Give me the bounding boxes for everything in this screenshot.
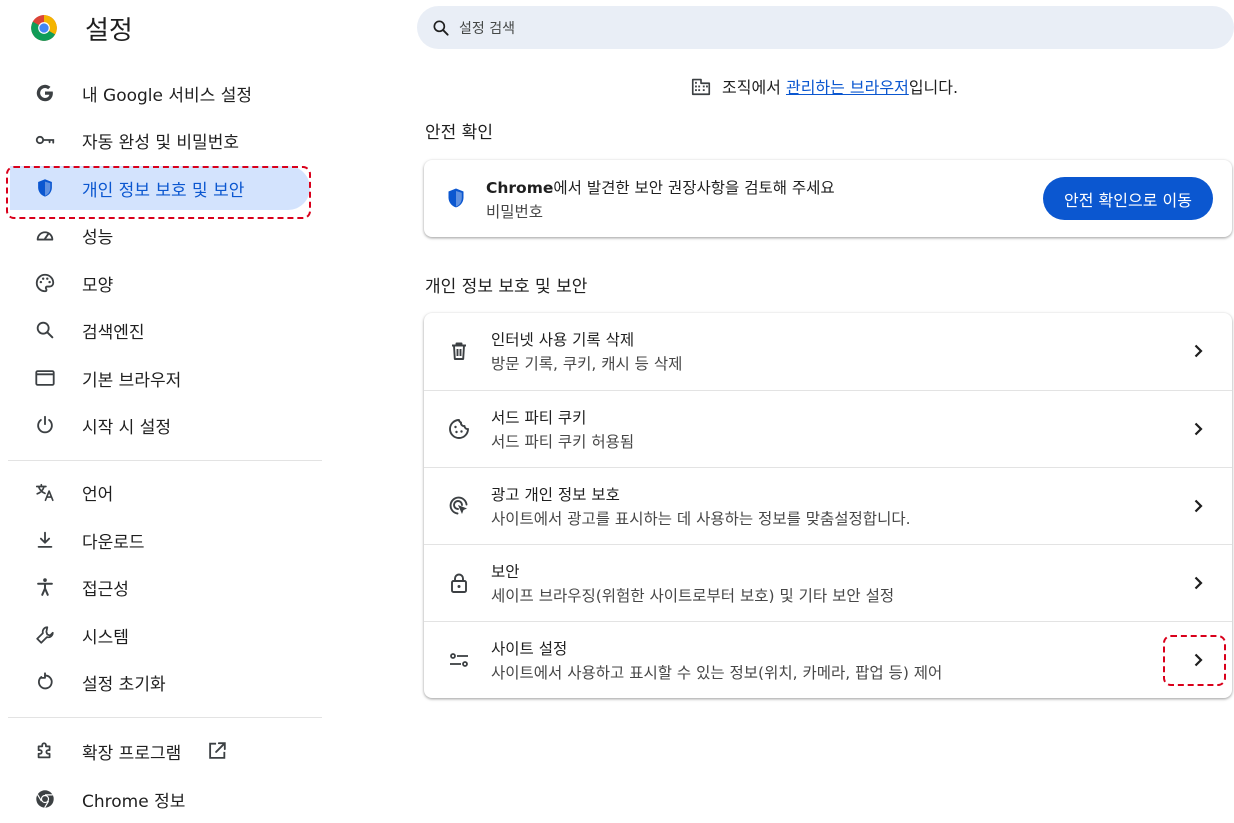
building-icon: [691, 78, 711, 96]
go-to-safety-check-button[interactable]: 안전 확인으로 이동: [1043, 177, 1213, 220]
wrench-icon: [33, 623, 57, 647]
safety-check-heading: 안전 확인: [425, 123, 493, 143]
sidebar-item-reset-settings[interactable]: 설정 초기화: [10, 660, 310, 704]
row-clear-browsing-data[interactable]: 인터넷 사용 기록 삭제 방문 기록, 쿠키, 캐시 등 삭제: [424, 313, 1232, 390]
row-subtitle: 방문 기록, 쿠키, 캐시 등 삭제: [491, 355, 683, 373]
sidebar-item-label: 접근성: [82, 579, 129, 600]
lock-icon: [447, 571, 471, 595]
download-icon: [33, 528, 57, 552]
sidebar-item-label: 설정 초기화: [82, 674, 166, 695]
row-security[interactable]: 보안 세이프 브라우징(위험한 사이트로부터 보호) 및 기타 보안 설정: [424, 544, 1232, 621]
sidebar-item-appearance[interactable]: 모양: [10, 261, 310, 305]
palette-icon: [33, 271, 57, 295]
search-placeholder: 설정 검색: [459, 20, 515, 37]
safety-check-title-brand: Chrome: [486, 179, 554, 197]
trash-icon: [447, 339, 471, 363]
sidebar-item-label: 내 Google 서비스 설정: [82, 85, 252, 106]
sidebar-item-label: 기본 브라우저: [82, 370, 182, 391]
chevron-right-icon[interactable]: [1188, 496, 1208, 516]
sidebar-item-label: 언어: [82, 484, 114, 505]
open-in-new-icon[interactable]: [206, 740, 228, 762]
sidebar-item-accessibility[interactable]: 접근성: [10, 565, 310, 609]
row-title: 사이트 설정: [491, 640, 568, 658]
accessibility-icon: [33, 575, 57, 599]
row-title: 서드 파티 쿠키: [491, 409, 587, 427]
search-icon: [433, 20, 449, 36]
safety-check-subtitle: 비밀번호: [486, 203, 544, 221]
google-g-icon: [33, 81, 57, 105]
reset-icon: [33, 670, 57, 694]
safety-check-card: Chrome에서 발견한 보안 권장사항을 검토해 주세요 비밀번호 안전 확인…: [424, 160, 1232, 237]
managed-browser-link[interactable]: 관리하는 브라우저: [786, 74, 909, 98]
browser-window-icon: [33, 366, 57, 390]
sidebar-item-system[interactable]: 시스템: [10, 613, 310, 657]
sidebar-item-on-startup[interactable]: 시작 시 설정: [10, 403, 310, 447]
row-title: 인터넷 사용 기록 삭제: [491, 331, 635, 349]
row-subtitle: 사이트에서 광고를 표시하는 데 사용하는 정보를 맞춤설정합니다.: [491, 510, 911, 528]
managed-suffix: 입니다.: [908, 78, 959, 97]
sidebar-item-performance[interactable]: 성능: [10, 213, 310, 257]
key-icon: [33, 128, 57, 152]
chevron-right-icon[interactable]: [1188, 341, 1208, 361]
cookie-icon: [447, 417, 471, 441]
sidebar-item-search-engine[interactable]: 검색엔진: [10, 308, 310, 352]
safety-check-title-rest: 에서 발견한 보안 권장사항을 검토해 주세요: [553, 179, 835, 197]
sidebar-item-label: Chrome 정보: [82, 791, 186, 812]
sidebar-divider: [8, 717, 322, 718]
sidebar-item-default-browser[interactable]: 기본 브라우저: [10, 356, 310, 400]
row-ad-privacy[interactable]: 광고 개인 정보 보호 사이트에서 광고를 표시하는 데 사용하는 정보를 맞춤…: [424, 467, 1232, 544]
chevron-right-icon[interactable]: [1188, 573, 1208, 593]
row-subtitle: 서드 파티 쿠키 허용됨: [491, 433, 635, 451]
privacy-security-heading: 개인 정보 보호 및 보안: [425, 277, 588, 297]
sidebar-item-label: 모양: [82, 275, 114, 296]
row-title: 보안: [491, 563, 520, 581]
chrome-logo-icon: [30, 14, 58, 42]
row-title: 광고 개인 정보 보호: [491, 486, 620, 504]
sidebar-item-label: 다운로드: [82, 532, 145, 553]
row-site-settings[interactable]: 사이트 설정 사이트에서 사용하고 표시할 수 있는 정보(위치, 카메라, 팝…: [424, 621, 1232, 698]
translate-icon: [33, 480, 57, 504]
speedometer-icon: [33, 223, 57, 247]
managed-prefix: 조직에서: [722, 78, 786, 97]
sidebar-item-label: 시작 시 설정: [82, 417, 172, 438]
sidebar-item-about-chrome[interactable]: Chrome 정보: [10, 777, 310, 821]
highlight-box-sidebar: [6, 166, 311, 219]
managed-browser-notice: 조직에서 관리하는 브라우저 입니다.: [690, 74, 958, 98]
privacy-settings-list: 인터넷 사용 기록 삭제 방문 기록, 쿠키, 캐시 등 삭제 서드 파티 쿠키…: [424, 313, 1232, 698]
row-subtitle: 사이트에서 사용하고 표시할 수 있는 정보(위치, 카메라, 팝업 등) 제어: [491, 664, 943, 682]
sidebar-item-extensions[interactable]: 확장 프로그램: [10, 729, 310, 773]
sidebar-item-languages[interactable]: 언어: [10, 470, 310, 514]
sidebar-item-label: 확장 프로그램: [82, 743, 182, 764]
sidebar-item-label: 자동 완성 및 비밀번호: [82, 132, 239, 153]
extension-icon: [33, 739, 57, 763]
sidebar-item-autofill[interactable]: 자동 완성 및 비밀번호: [10, 118, 310, 162]
row-subtitle: 세이프 브라우징(위험한 사이트로부터 보호) 및 기타 보안 설정: [491, 587, 895, 605]
sidebar-item-google-services[interactable]: 내 Google 서비스 설정: [10, 71, 310, 115]
page-title: 설정: [85, 16, 133, 46]
chevron-right-icon[interactable]: [1188, 419, 1208, 439]
ad-privacy-icon: [447, 494, 471, 518]
sidebar-divider: [8, 460, 322, 461]
sidebar-item-label: 시스템: [82, 627, 129, 648]
highlight-box-site-settings-chevron: [1163, 635, 1226, 686]
sidebar-item-downloads[interactable]: 다운로드: [10, 518, 310, 562]
sidebar-item-label: 검색엔진: [82, 322, 145, 343]
power-icon: [33, 413, 57, 437]
shield-icon: [444, 186, 468, 210]
search-icon: [33, 318, 57, 342]
sidebar-item-label: 성능: [82, 227, 114, 248]
tune-icon: [447, 648, 471, 672]
search-input[interactable]: 설정 검색: [417, 6, 1234, 49]
chrome-info-icon: [33, 787, 57, 811]
row-third-party-cookies[interactable]: 서드 파티 쿠키 서드 파티 쿠키 허용됨: [424, 390, 1232, 467]
safety-check-title: Chrome에서 발견한 보안 권장사항을 검토해 주세요: [486, 176, 835, 198]
